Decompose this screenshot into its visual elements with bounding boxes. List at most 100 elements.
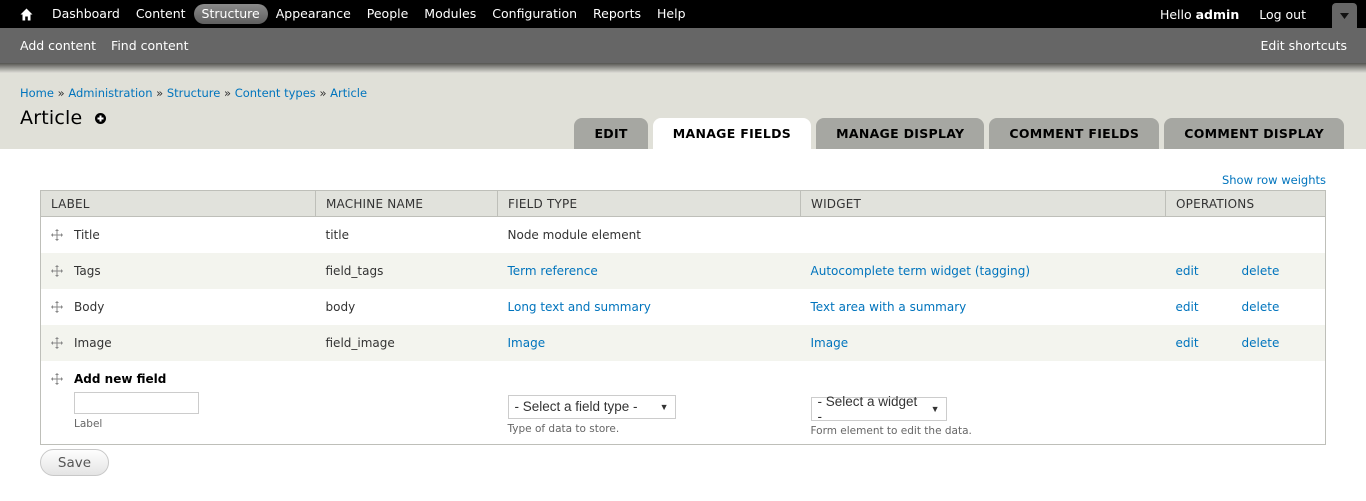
admin-toolbar: Dashboard Content Structure Appearance P…: [0, 0, 1366, 28]
hello-text: Hello: [1159, 6, 1192, 22]
drag-handle-icon[interactable]: [51, 336, 63, 349]
menu-appearance[interactable]: Appearance: [268, 4, 359, 24]
delete-link[interactable]: delete: [1242, 300, 1280, 314]
header-machine-name: MACHINE NAME: [315, 190, 498, 217]
label-cell: Title: [40, 216, 316, 253]
field-type-link[interactable]: Term reference: [508, 264, 598, 278]
page-title-wrap: Article: [20, 107, 107, 129]
menu-dashboard[interactable]: Dashboard: [44, 4, 128, 24]
label-cell: Tags: [40, 252, 316, 289]
widget-link[interactable]: Text area with a summary: [811, 300, 967, 314]
field-type-link[interactable]: Image: [508, 336, 546, 350]
edit-link[interactable]: edit: [1176, 300, 1199, 314]
breadcrumb-content-types[interactable]: Content types: [235, 86, 316, 100]
field-type-cell: Image: [497, 324, 801, 361]
menu-structure[interactable]: Structure: [193, 4, 268, 24]
drag-handle-icon[interactable]: [51, 228, 63, 241]
edit-shortcuts-link[interactable]: Edit shortcuts: [1260, 38, 1347, 53]
home-icon: [20, 8, 32, 20]
tab-edit[interactable]: EDIT: [574, 118, 648, 149]
tab-comment-display[interactable]: COMMENT DISPLAY: [1164, 118, 1344, 149]
label-cell: Body: [40, 288, 316, 325]
field-type-cell: Term reference: [497, 252, 801, 289]
shortcut-add-content[interactable]: Add content: [20, 38, 96, 53]
new-field-label-input[interactable]: [74, 391, 199, 414]
drag-handle-icon[interactable]: [51, 300, 63, 313]
drag-handle-icon[interactable]: [51, 264, 63, 277]
menu-people[interactable]: People: [359, 4, 417, 24]
widget-cell: Autocomplete term widget (tagging): [800, 252, 1166, 289]
edit-link[interactable]: edit: [1176, 336, 1199, 350]
home-link[interactable]: [18, 6, 34, 22]
dropdown-arrow-icon: ▼: [930, 403, 940, 414]
shortcuts-toggle-button[interactable]: [1332, 3, 1357, 28]
table-row: Image field_image Image Image edit delete: [40, 324, 1326, 361]
menu-reports[interactable]: Reports: [585, 4, 649, 24]
machine-name-cell: body: [315, 288, 498, 325]
label-cell: Image: [40, 324, 316, 361]
breadcrumb-separator: »: [156, 86, 164, 100]
table-row: Tags field_tags Term reference Autocompl…: [40, 252, 1326, 289]
toolbar-menu: Dashboard Content Structure Appearance P…: [44, 4, 694, 24]
machine-name-cell: field_image: [315, 324, 498, 361]
breadcrumb-structure[interactable]: Structure: [167, 86, 221, 100]
drag-handle-icon[interactable]: [51, 372, 63, 385]
operations-cell: edit delete: [1165, 252, 1326, 289]
tab-manage-display[interactable]: MANAGE DISPLAY: [816, 118, 985, 149]
field-label: Image: [74, 335, 112, 350]
field-type-description: Type of data to store.: [507, 422, 620, 435]
breadcrumb-article[interactable]: Article: [330, 86, 367, 100]
field-type-select[interactable]: - Select a field type - ▼: [507, 394, 676, 419]
menu-configuration[interactable]: Configuration: [484, 4, 585, 24]
save-button[interactable]: Save: [40, 449, 109, 476]
user-menu: Hello admin Log out: [1160, 7, 1306, 22]
shortcut-find-content[interactable]: Find content: [111, 38, 188, 53]
widget-cell: [800, 216, 1166, 253]
header-operations: OPERATIONS: [1165, 190, 1326, 217]
field-label: Body: [74, 299, 105, 314]
hello-user: Hello admin: [1160, 7, 1239, 22]
edit-link[interactable]: edit: [1176, 264, 1199, 278]
header-label: LABEL: [40, 190, 316, 217]
header-field-type: FIELD TYPE: [497, 190, 801, 217]
show-row-weights-link[interactable]: Show row weights: [1222, 173, 1326, 187]
field-label: Title: [74, 227, 100, 242]
delete-link[interactable]: delete: [1242, 264, 1280, 278]
widget-link[interactable]: Autocomplete term widget (tagging): [811, 264, 1031, 278]
widget-cell: Text area with a summary: [800, 288, 1166, 325]
add-label-cell: Add new field Label: [40, 360, 316, 445]
add-operations-cell: [1165, 360, 1326, 445]
breadcrumb-separator: »: [57, 86, 65, 100]
add-circle-icon: [95, 112, 107, 124]
tab-comment-fields[interactable]: COMMENT FIELDS: [989, 118, 1160, 149]
add-machine-name-cell: [315, 360, 498, 445]
machine-name-cell: field_tags: [315, 252, 498, 289]
add-shortcut-button[interactable]: [95, 112, 107, 124]
page-title: Article: [20, 107, 83, 129]
add-new-field-row: Add new field Label - Select a field typ…: [40, 360, 1326, 445]
operations-cell: edit delete: [1165, 288, 1326, 325]
page-header: Home » Administration » Structure » Cont…: [0, 73, 1366, 149]
table-row: Title title Node module element: [40, 216, 1326, 253]
logout-link[interactable]: Log out: [1259, 7, 1306, 22]
widget-select-value: - Select a widget -: [817, 393, 918, 424]
delete-link[interactable]: delete: [1242, 336, 1280, 350]
field-type-link[interactable]: Long text and summary: [508, 300, 651, 314]
table-header-row: LABEL MACHINE NAME FIELD TYPE WIDGET OPE…: [40, 190, 1326, 217]
breadcrumb-home[interactable]: Home: [20, 86, 54, 100]
field-type-select-value: - Select a field type -: [514, 399, 638, 414]
menu-help[interactable]: Help: [649, 4, 694, 24]
shortcuts-bar: Add content Find content Edit shortcuts: [0, 28, 1366, 63]
menu-content[interactable]: Content: [128, 4, 194, 24]
tab-manage-fields[interactable]: MANAGE FIELDS: [652, 118, 812, 149]
widget-description: Form element to edit the data.: [810, 424, 972, 437]
widget-select[interactable]: - Select a widget - ▼: [810, 393, 947, 424]
menu-modules[interactable]: Modules: [416, 4, 484, 24]
breadcrumb-administration[interactable]: Administration: [68, 86, 152, 100]
header-widget: WIDGET: [800, 190, 1166, 217]
table-row: Body body Long text and summary Text are…: [40, 288, 1326, 325]
operations-cell: edit delete: [1165, 324, 1326, 361]
widget-link[interactable]: Image: [811, 336, 849, 350]
username[interactable]: admin: [1196, 7, 1240, 22]
machine-name-cell: title: [315, 216, 498, 253]
